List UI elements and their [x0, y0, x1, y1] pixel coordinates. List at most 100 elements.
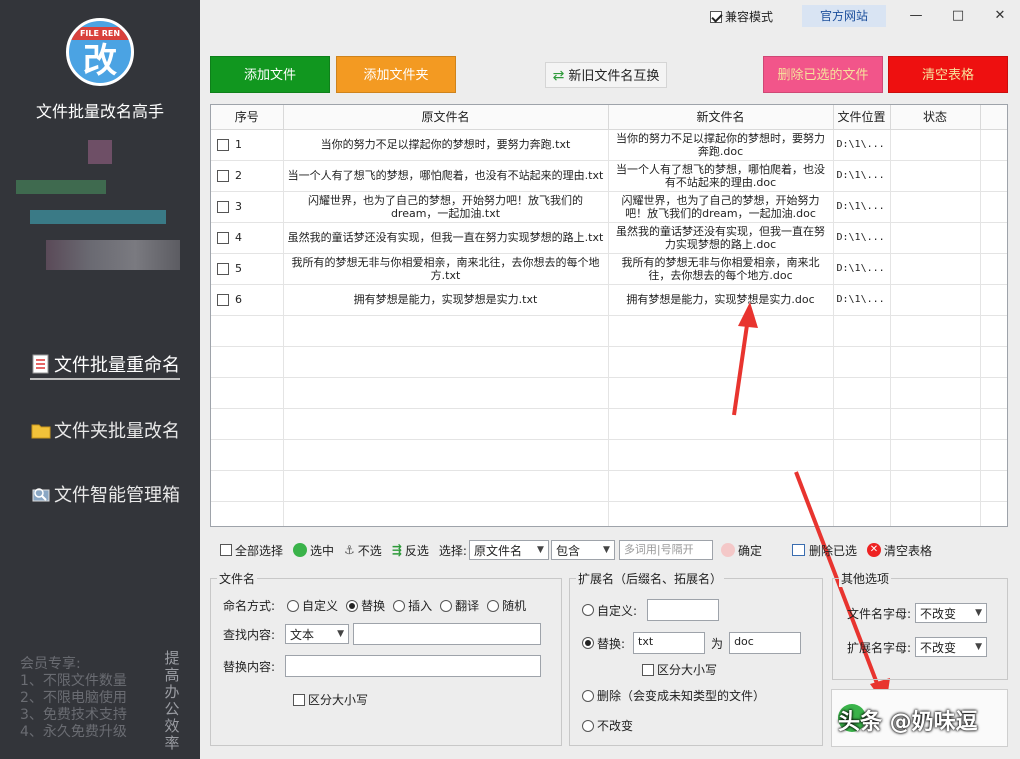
- table-row[interactable]: 4 虽然我的童话梦还没有实现，但我一直在努力实现梦想的路上.txt 虽然我的童话…: [211, 222, 1007, 254]
- chevron-down-icon: ▼: [603, 545, 610, 555]
- ext-delete-radio[interactable]: 删除（会变成未知类型的文件）: [582, 687, 765, 704]
- ext-replace-to-input[interactable]: doc: [729, 632, 802, 654]
- other-options-group: 其他选项 文件名字母: 不改变 ▼ 扩展名字母: 不改变 ▼: [832, 570, 1008, 680]
- clear-table-small-button[interactable]: ✕ 清空表格: [866, 542, 932, 559]
- row-index-cell[interactable]: 3: [211, 191, 284, 223]
- column-header-status[interactable]: 状态: [890, 105, 981, 130]
- select-all-checkbox[interactable]: 全部选择: [220, 542, 283, 559]
- keyword-input[interactable]: 多词用|号隔开: [618, 540, 713, 560]
- ext-replace-radio[interactable]: 替换:: [582, 635, 625, 652]
- field-select[interactable]: 原文件名 ▼: [468, 540, 549, 560]
- maximize-button[interactable]: □: [938, 4, 978, 28]
- ext-replace-from-input[interactable]: txt: [633, 632, 706, 654]
- invert-icon: ⇶: [391, 543, 402, 557]
- status-cell: [890, 222, 981, 254]
- filename-case-select[interactable]: 不改变 ▼: [915, 603, 988, 623]
- mode-translate-radio[interactable]: 翻译: [440, 597, 479, 614]
- delete-selected-files-button[interactable]: 删除已选的文件: [763, 56, 883, 93]
- ext-keep-radio[interactable]: 不改变: [582, 717, 633, 734]
- filler-cell: [980, 284, 1007, 316]
- row-checkbox[interactable]: [217, 201, 229, 213]
- table-row[interactable]: 6 拥有梦想是能力，实现梦想是实力.txt 拥有梦想是能力，实现梦想是实力.do…: [211, 284, 1007, 316]
- mode-replace-radio[interactable]: 替换: [346, 597, 385, 614]
- chevron-down-icon: ▼: [537, 545, 544, 555]
- ext-case-sensitive-checkbox[interactable]: 区分大小写: [642, 661, 717, 678]
- selection-toolbar: 全部选择 选中 ⚓ 不选 ⇶ 反选 选择: 原文件名 ▼ 包含 ▼ 多词用|号隔开 确定…: [210, 536, 1008, 564]
- swap-names-button[interactable]: ⇄ 新旧文件名互换: [545, 62, 667, 88]
- table-row[interactable]: 5 我所有的梦想无非与你相爱相亲，南来北往，去你想去的每个地方.txt 我所有的…: [211, 253, 1007, 285]
- status-cell: [890, 191, 981, 223]
- compat-mode-label: 兼容模式: [725, 10, 774, 24]
- empty-row: [211, 470, 1007, 502]
- add-file-button[interactable]: 添加文件: [210, 56, 330, 93]
- official-website-button[interactable]: 官方网站: [802, 5, 886, 27]
- row-checkbox[interactable]: [217, 294, 229, 306]
- mode-insert-radio[interactable]: 插入: [393, 597, 432, 614]
- table-row[interactable]: 2 当一个人有了想飞的梦想，哪怕爬着，也没有不站起来的理由.txt 当一个人有了…: [211, 160, 1007, 192]
- ext-case-select[interactable]: 不改变 ▼: [915, 637, 988, 657]
- mode-label: 插入: [408, 599, 433, 613]
- compat-mode-checkbox[interactable]: 兼容模式: [710, 8, 773, 25]
- column-header-index[interactable]: 序号: [211, 105, 284, 130]
- row-checkbox[interactable]: [217, 263, 229, 275]
- document-list-icon: [30, 353, 52, 375]
- row-index-cell[interactable]: 1: [211, 129, 284, 161]
- match-select[interactable]: 包含 ▼: [550, 540, 615, 560]
- clear-table-button[interactable]: 清空表格: [888, 56, 1008, 93]
- nav-item-folder-rename[interactable]: 文件夹批量改名: [30, 416, 180, 444]
- ext-custom-radio[interactable]: 自定义:: [582, 602, 637, 619]
- confirm-button[interactable]: 确定: [720, 542, 762, 559]
- radio-icon: [487, 599, 500, 612]
- row-index-cell[interactable]: 6: [211, 284, 284, 316]
- ext-replace-label: 替换:: [597, 636, 626, 651]
- find-input[interactable]: [353, 623, 542, 645]
- table-row[interactable]: 3 闪耀世界，也为了自己的梦想，开始努力吧！放飞我们的dream，一起加油.tx…: [211, 191, 1007, 223]
- slogan: 提高办公效率: [164, 649, 180, 752]
- chevron-down-icon: ▼: [975, 642, 983, 652]
- table-header-row: 序号 原文件名 新文件名 文件位置 状态: [211, 105, 1007, 130]
- radio-icon: [440, 599, 453, 612]
- minimize-button[interactable]: —: [896, 4, 936, 28]
- close-button[interactable]: ✕: [980, 4, 1020, 28]
- file-table[interactable]: 序号 原文件名 新文件名 文件位置 状态 1 当你的努力不足以撑起你的梦想时，要…: [210, 104, 1008, 527]
- column-header-location[interactable]: 文件位置: [833, 105, 891, 130]
- nav-item-smart-manager[interactable]: 文件智能管理箱: [30, 480, 180, 508]
- replace-label: 替换内容:: [223, 659, 276, 674]
- select-button[interactable]: 选中: [293, 542, 334, 559]
- filename-group-title: 文件名: [217, 570, 258, 587]
- find-type-select[interactable]: 文本 ▼: [285, 624, 350, 644]
- invert-label: 反选: [404, 543, 429, 558]
- blurred-area: [16, 180, 106, 194]
- invert-button[interactable]: ⇶ 反选: [392, 542, 429, 559]
- ext-case-row: 扩展名字母: 不改变 ▼: [847, 637, 988, 657]
- column-header-original-name[interactable]: 原文件名: [283, 105, 609, 130]
- delete-selected-label: 删除已选: [808, 543, 857, 558]
- find-row: 查找内容: 文本 ▼: [223, 623, 542, 645]
- mode-custom-radio[interactable]: 自定义: [287, 597, 338, 614]
- table-row[interactable]: 1 当你的努力不足以撑起你的梦想时，要努力奔跑.txt 当你的努力不足以撑起你的…: [211, 129, 1007, 161]
- swap-names-label: 新旧文件名互换: [568, 69, 660, 84]
- nav-label: 文件智能管理箱: [54, 485, 180, 506]
- ext-custom-input[interactable]: [647, 599, 720, 621]
- add-folder-button[interactable]: 添加文件夹: [336, 56, 456, 93]
- row-checkbox[interactable]: [217, 232, 229, 244]
- row-index-cell[interactable]: 4: [211, 222, 284, 254]
- replace-input[interactable]: [285, 655, 542, 677]
- delete-selected-button[interactable]: 删除已选: [791, 542, 857, 559]
- delete-list-icon: [791, 544, 805, 556]
- nav-item-file-batch-rename[interactable]: 文件批量重命名: [30, 352, 180, 380]
- radio-icon: [582, 604, 594, 616]
- mode-random-radio[interactable]: 随机: [487, 597, 526, 614]
- row-index-cell[interactable]: 5: [211, 253, 284, 285]
- row-index-cell[interactable]: 2: [211, 160, 284, 192]
- case-sensitive-checkbox[interactable]: 区分大小写: [293, 691, 368, 708]
- location-cell: D:\1\...: [833, 129, 891, 161]
- filler-cell: [980, 191, 1007, 223]
- mode-label: 替换: [361, 599, 386, 613]
- column-header-new-name[interactable]: 新文件名: [608, 105, 834, 130]
- original-name-cell: 闪耀世界，也为了自己的梦想，开始努力吧！放飞我们的dream，一起加油.txt: [283, 191, 609, 223]
- row-checkbox[interactable]: [217, 170, 229, 182]
- logo-glyph: 改: [83, 41, 117, 81]
- row-checkbox[interactable]: [217, 139, 229, 151]
- deselect-button[interactable]: ⚓ 不选: [344, 542, 382, 559]
